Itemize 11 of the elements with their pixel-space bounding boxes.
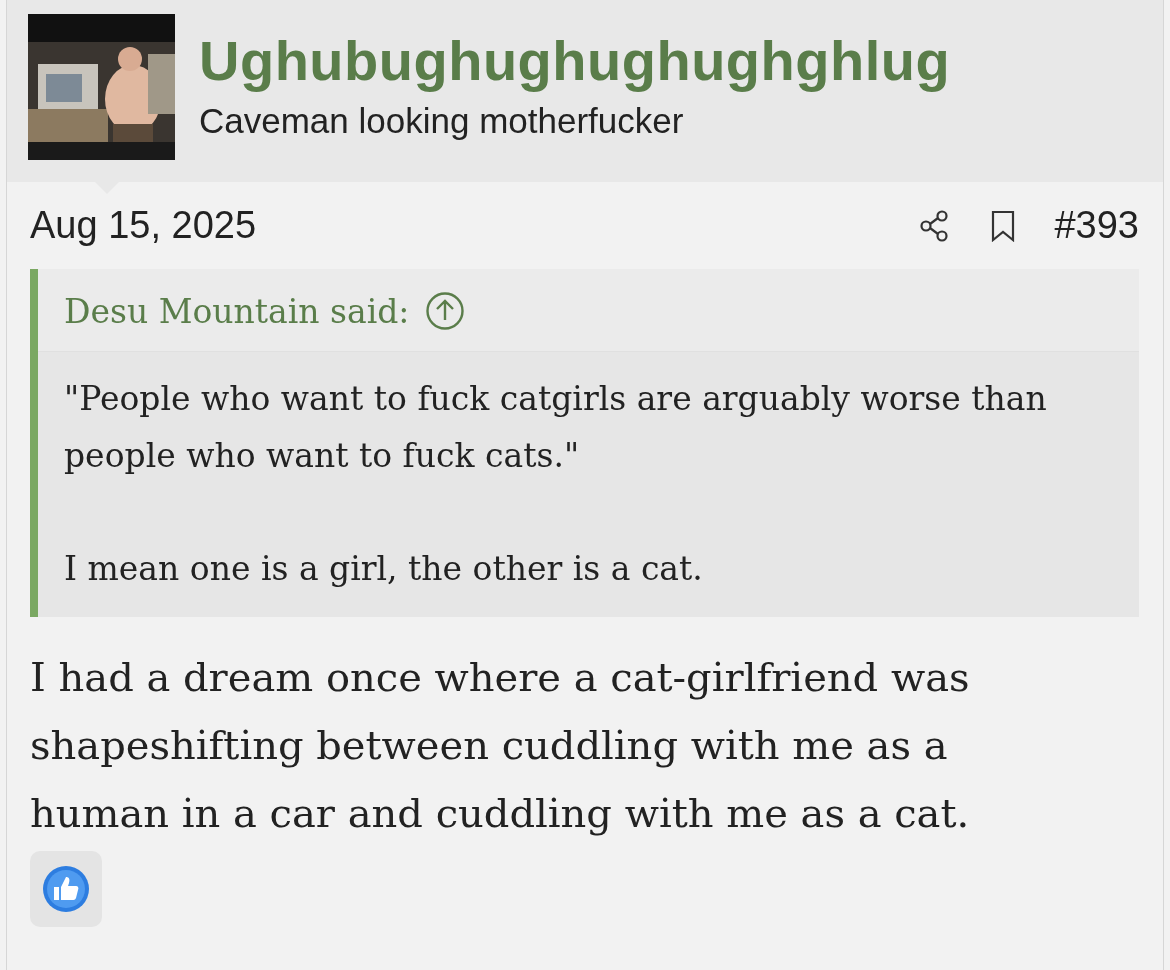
quote-text: I mean one is a girl, the other is a cat. <box>64 548 704 590</box>
arrow-up-icon[interactable] <box>425 291 466 331</box>
user-title: Caveman looking motherfucker <box>199 101 685 141</box>
thumbs-up-icon <box>42 865 90 913</box>
quote-attribution-link[interactable]: Desu Mountain said: <box>64 291 410 331</box>
post-number-link[interactable]: #393 <box>1054 204 1139 247</box>
post-text: I had a dream once where a cat-girlfriend was shapeshifting between cuddling with me as a human in a car and cuddling with me as a cat. <box>30 653 971 838</box>
quote-text: "People who want to fuck catgirls are arguably worse than people who want to fuck cats." <box>64 378 1048 477</box>
username-link[interactable]: Ughubughughughughghlug <box>199 28 951 93</box>
post-date[interactable]: Aug 15, 2025 <box>30 204 257 247</box>
like-reaction-button[interactable] <box>30 851 102 927</box>
